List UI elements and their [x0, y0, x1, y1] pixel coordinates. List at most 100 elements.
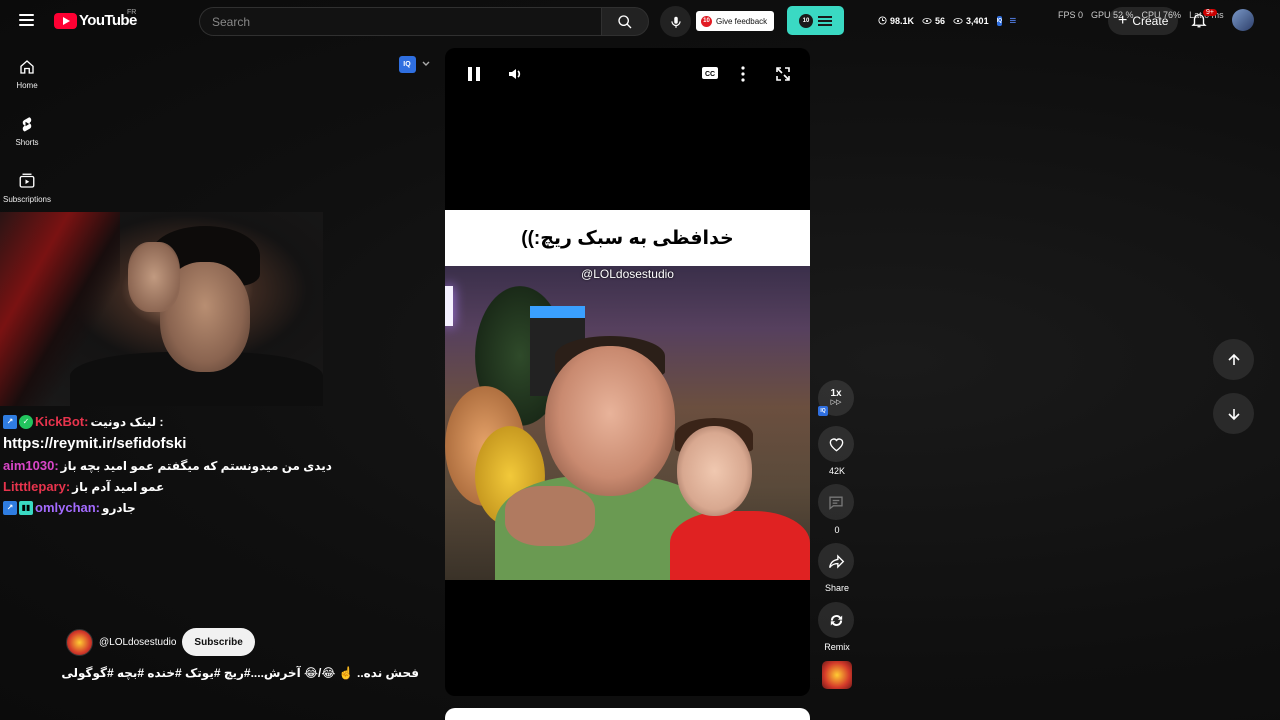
chat-username[interactable]: aim1030: — [3, 458, 59, 473]
stream-chat: ↗ ✓ KickBot: لینک دونیت : https://reymit… — [3, 414, 333, 521]
share-label: Share — [824, 583, 850, 593]
sub-badge-icon: ▮▮ — [19, 500, 33, 515]
like-count: 42K — [828, 466, 845, 476]
create-button[interactable]: + Create — [1108, 7, 1179, 35]
share-button[interactable] — [818, 543, 854, 579]
chat-link[interactable]: https://reymit.ir/sefidofski — [3, 435, 333, 452]
chat-username[interactable]: omlychan: — [35, 500, 100, 515]
feedback-logo-icon: 10 — [701, 15, 712, 27]
shorts-icon — [22, 117, 32, 132]
chat-text: عمو امید آدم باز — [72, 479, 165, 494]
streamer-webcam — [0, 212, 323, 406]
subscriptions-icon — [19, 173, 35, 188]
stat-total: 3,401 — [966, 15, 989, 26]
man-in-video — [545, 346, 675, 496]
arrow-up-icon — [1227, 353, 1240, 365]
iq-icon[interactable]: IQ — [996, 15, 1003, 26]
channel-avatar[interactable] — [66, 628, 93, 656]
svg-text:CC: CC — [705, 71, 715, 78]
chat-text: لینک دونیت : — [90, 414, 164, 429]
feedback-label: Give feedback — [716, 16, 768, 26]
chat-username[interactable]: Litttlepary: — [3, 479, 70, 494]
menu-icon[interactable] — [16, 11, 38, 31]
remix-label: Remix — [824, 642, 850, 652]
search-bar — [199, 7, 649, 36]
next-short-button[interactable] — [1213, 393, 1254, 434]
home-icon — [20, 60, 34, 74]
iq-extension-control[interactable]: IQ — [390, 49, 438, 79]
chat-text: دیدی من میدونستم که میگفتم عمو امید بچه … — [60, 458, 332, 473]
closed-captions-icon: CC — [702, 67, 718, 79]
captions-button[interactable]: CC — [701, 66, 719, 80]
channel-name[interactable]: @LOLdosestudio — [99, 637, 176, 648]
shorts-player[interactable]: CC خدافظی به سبک ریچ:)) @LOLdosestudio — [445, 48, 810, 696]
verified-bot-icon: ↗ — [3, 414, 17, 429]
pause-icon — [468, 67, 480, 81]
chat-message: Litttlepary: عمو امید آدم باز — [3, 479, 333, 494]
volume-button[interactable] — [507, 66, 523, 82]
overlay-title-text: خدافظی به سبک ریچ:)) — [521, 227, 734, 249]
extension-menu-button[interactable]: 10 — [787, 6, 844, 35]
voice-search-button[interactable] — [660, 6, 691, 37]
video-watermark: @LOLdosestudio — [581, 267, 674, 281]
hamburger-icon — [818, 15, 832, 26]
clock-icon — [878, 16, 887, 25]
chat-message: aim1030: دیدی من میدونستم که میگفتم عمو … — [3, 458, 333, 473]
share-icon — [828, 553, 844, 569]
plus-icon: + — [1118, 12, 1128, 29]
channel-info: @LOLdosestudio Subscribe — [66, 628, 255, 656]
video-frame: @LOLdosestudio — [445, 266, 810, 580]
account-avatar[interactable] — [1232, 9, 1254, 31]
pause-button[interactable] — [467, 66, 481, 82]
eye-icon — [953, 17, 963, 24]
subscribe-button[interactable]: Subscribe — [182, 628, 255, 656]
chat-username[interactable]: KickBot: — [35, 414, 88, 429]
check-badge-icon: ✓ — [19, 414, 33, 429]
stat-watching: 56 — [935, 15, 946, 26]
nav-shorts[interactable]: Shorts — [0, 109, 54, 166]
comment-icon — [829, 496, 843, 510]
chat-message: ↗ ✓ KickBot: لینک دونیت : — [3, 414, 333, 429]
remix-button[interactable] — [818, 602, 854, 638]
volume-icon — [509, 69, 521, 79]
comment-count: 0 — [834, 525, 840, 535]
video-stats: 98.1K 56 3,401 IQ — [872, 7, 1016, 34]
fast-forward-icon: ▷▷ — [830, 399, 842, 406]
speed-value: 1x — [830, 388, 842, 399]
fullscreen-button[interactable] — [775, 66, 791, 82]
eye-icon — [922, 17, 932, 24]
remix-icon — [830, 614, 842, 626]
nav-subscriptions-label: Subscriptions — [2, 195, 52, 204]
expand-icon — [776, 67, 790, 81]
video-title-overlay: خدافظی به سبک ریچ:)) — [445, 210, 810, 266]
left-nav: Home Shorts Subscriptions — [0, 52, 54, 223]
extension-logo-icon: 10 — [799, 13, 813, 28]
search-input[interactable] — [199, 7, 601, 36]
child-in-video — [677, 426, 752, 516]
microphone-icon — [670, 16, 681, 28]
sound-thumbnail[interactable] — [822, 661, 852, 689]
chat-text: جادرو — [102, 500, 136, 515]
youtube-play-icon — [54, 12, 77, 29]
arrow-down-icon — [1227, 408, 1240, 420]
give-feedback-button[interactable]: 10 Give feedback — [696, 11, 775, 31]
nav-shorts-label: Shorts — [15, 138, 39, 147]
verified-bot-icon: ↗ — [3, 500, 17, 515]
video-caption[interactable]: فحش نده.. ☝️ 😂/😂 آخرش....#ریچ #یوتک #خند… — [61, 666, 419, 680]
previous-short-button[interactable] — [1213, 339, 1254, 380]
top-bar: YouTube FR 10 Give feedback 10 98.1K 56 … — [0, 0, 1280, 42]
search-icon — [618, 14, 632, 28]
list-icon[interactable] — [1010, 16, 1016, 25]
search-button[interactable] — [601, 7, 649, 36]
more-vertical-icon — [741, 66, 745, 82]
next-short-preview[interactable] — [445, 708, 810, 720]
comments-button[interactable] — [818, 484, 854, 520]
iq-icon: IQ — [818, 406, 828, 416]
youtube-logo[interactable]: YouTube FR — [54, 9, 137, 29]
create-label: Create — [1132, 14, 1169, 28]
like-button[interactable] — [818, 426, 854, 462]
notification-count: 9+ — [1203, 9, 1217, 16]
nav-home[interactable]: Home — [0, 52, 54, 109]
heart-icon — [829, 437, 843, 451]
more-options-button[interactable] — [741, 66, 745, 82]
